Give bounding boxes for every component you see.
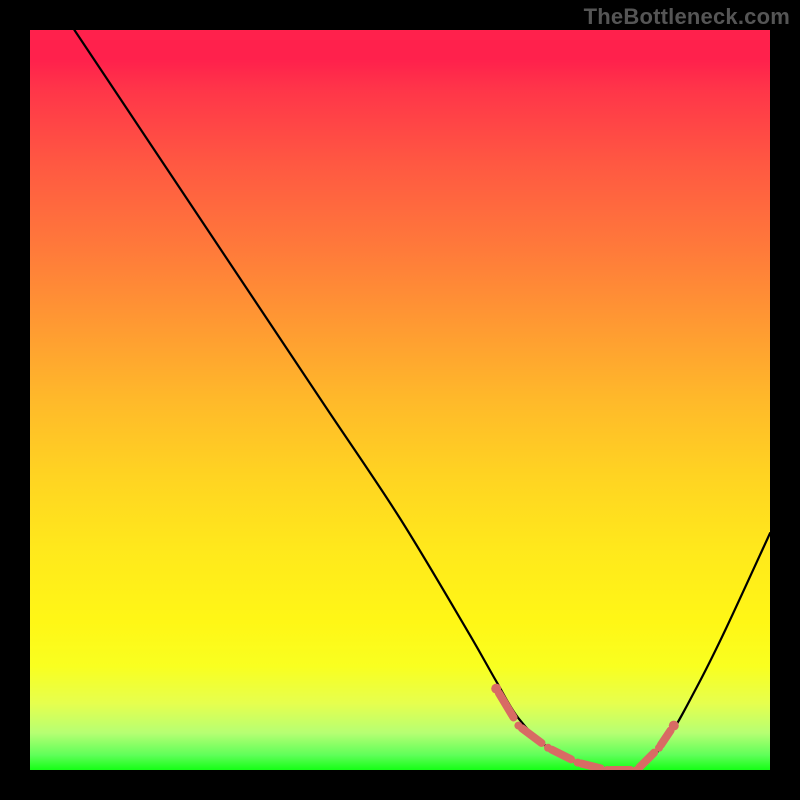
optimal-dot bbox=[574, 759, 582, 767]
watermark-text: TheBottleneck.com bbox=[584, 4, 790, 30]
optimal-dot bbox=[491, 684, 501, 694]
optimal-dash bbox=[661, 730, 671, 745]
optimal-dot bbox=[669, 721, 679, 731]
optimal-dash bbox=[499, 693, 514, 717]
optimal-dot bbox=[514, 722, 522, 730]
optimal-dot bbox=[544, 744, 552, 752]
chart-svg bbox=[30, 30, 770, 770]
chart-container: TheBottleneck.com bbox=[0, 0, 800, 800]
optimal-dot bbox=[655, 744, 663, 752]
optimal-dash bbox=[522, 728, 542, 743]
bottleneck-curve bbox=[74, 30, 770, 770]
optimal-dash bbox=[639, 753, 654, 768]
optimal-dash bbox=[552, 750, 572, 760]
optimal-dash bbox=[581, 763, 601, 768]
optimal-zone-markers bbox=[491, 684, 679, 770]
plot-area bbox=[30, 30, 770, 770]
